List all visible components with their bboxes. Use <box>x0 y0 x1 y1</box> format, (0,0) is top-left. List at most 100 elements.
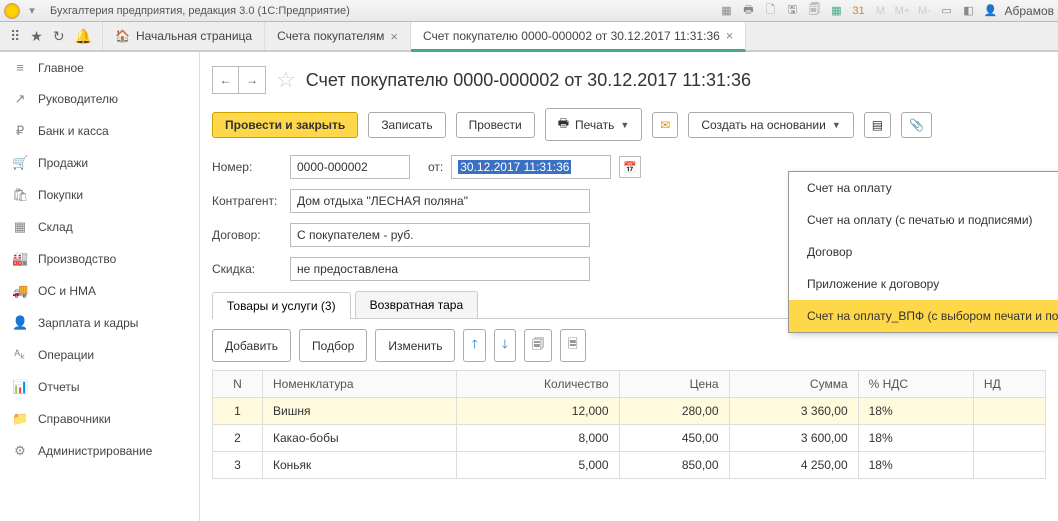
save-button[interactable]: Записать <box>368 112 445 138</box>
number-input[interactable]: 0000-000002 <box>290 155 410 179</box>
print-menu-item[interactable]: Счет на оплату (с печатью и подписями) <box>789 204 1058 236</box>
sidebar-item-bank[interactable]: ₽Банк и касса <box>0 115 199 147</box>
sidebar-item-main[interactable]: ≡Главное <box>0 52 199 83</box>
dropdown-icon[interactable]: ▾ <box>24 3 40 19</box>
menu-label: Счет на оплату (с печатью и подписями) <box>807 213 1033 227</box>
truck-icon: 🚚 <box>12 283 28 299</box>
from-label: от: <box>428 160 443 174</box>
calc-icon[interactable]: ▦ <box>828 3 844 19</box>
m-minus-icon[interactable]: M- <box>916 3 932 19</box>
value: 30.12.2017 11:31:36 <box>458 160 571 174</box>
create-based-button[interactable]: Создать на основании▼ <box>688 112 853 138</box>
col-nom[interactable]: Номенклатура <box>263 371 457 398</box>
copy-icon[interactable]: 🗐 <box>806 3 822 19</box>
tb-panel-icon[interactable]: ◧ <box>960 3 976 19</box>
star-icon[interactable]: ★ <box>30 28 43 45</box>
cell: 1 <box>213 398 263 425</box>
cell: 18% <box>858 425 973 452</box>
tb-icon-1[interactable]: ▦ <box>718 3 734 19</box>
apps-icon[interactable]: ⠿ <box>10 28 20 45</box>
discount-label: Скидка: <box>212 262 282 276</box>
sidebar-item-operations[interactable]: ᴬₖ Операции <box>0 339 199 371</box>
cell: 8,000 <box>456 425 619 452</box>
sidebar-label: Операции <box>38 348 94 362</box>
back-button[interactable]: ← <box>213 67 239 93</box>
btn-label: Провести <box>469 118 522 132</box>
sidebar-item-purchases[interactable]: 🛍Покупки <box>0 179 199 211</box>
tab-home[interactable]: 🏠 Начальная страница <box>103 22 265 50</box>
tb-box-icon[interactable]: ▭ <box>938 3 954 19</box>
ops-icon: ᴬₖ <box>12 347 28 363</box>
calendar-button[interactable]: 📅 <box>619 156 641 178</box>
date-input[interactable]: 30.12.2017 11:31:36 <box>451 155 611 179</box>
sidebar-item-warehouse[interactable]: ▦Склад <box>0 211 199 243</box>
paste-row-button[interactable]: 🗏 <box>560 329 586 362</box>
bell-icon[interactable]: 🔔 <box>75 28 92 45</box>
print-menu-item[interactable]: Приложение к договору <box>789 268 1058 300</box>
table-row[interactable]: 2 Какао-бобы 8,000 450,00 3 600,00 18% <box>213 425 1046 452</box>
user-name[interactable]: Абрамов <box>1004 4 1054 18</box>
col-qty[interactable]: Количество <box>456 371 619 398</box>
col-n[interactable]: N <box>213 371 263 398</box>
favorite-icon[interactable]: ☆ <box>276 67 296 93</box>
tab-returnable[interactable]: Возвратная тара <box>355 291 479 318</box>
table-row[interactable]: 3 Коньяк 5,000 850,00 4 250,00 18% <box>213 452 1046 479</box>
mail-button[interactable]: ✉ <box>652 112 678 138</box>
m-icon[interactable]: M <box>872 3 888 19</box>
change-button[interactable]: Изменить <box>375 329 455 362</box>
print-menu-item-highlighted[interactable]: Счет на оплату_ВПФ (с выбором печати и п… <box>789 300 1058 332</box>
user-icon[interactable]: 👤 <box>982 3 998 19</box>
btn-label: Провести и закрыть <box>225 118 345 132</box>
factory-icon: 🏭 <box>12 251 28 267</box>
print-menu-item[interactable]: Счет на оплату <box>789 172 1058 204</box>
sidebar-item-production[interactable]: 🏭Производство <box>0 243 199 275</box>
discount-input[interactable]: не предоставлена <box>290 257 590 281</box>
close-icon[interactable]: × <box>726 28 734 43</box>
tab-invoice-doc[interactable]: Счет покупателю 0000-000002 от 30.12.201… <box>411 22 746 52</box>
move-down-button[interactable]: 🡓 <box>494 329 516 362</box>
col-sum[interactable]: Сумма <box>729 371 858 398</box>
post-and-close-button[interactable]: Провести и закрыть <box>212 112 358 138</box>
save-icon[interactable]: 🖫 <box>784 3 800 19</box>
print-menu-item[interactable]: Договор <box>789 236 1058 268</box>
contragent-input[interactable]: Дом отдыха "ЛЕСНАЯ поляна" <box>290 189 590 213</box>
print-button[interactable]: 🖶Печать▼ <box>545 108 643 141</box>
doc-icon[interactable]: 🗋 <box>762 3 778 19</box>
value: не предоставлена <box>297 262 398 276</box>
sidebar-item-salary[interactable]: 👤Зарплата и кадры <box>0 307 199 339</box>
tab-invoices[interactable]: Счета покупателям × <box>265 22 411 50</box>
sidebar-item-admin[interactable]: ⚙Администрирование <box>0 435 199 467</box>
sidebar-item-assets[interactable]: 🚚ОС и НМА <box>0 275 199 307</box>
m-plus-icon[interactable]: M+ <box>894 3 910 19</box>
table-row[interactable]: 1 Вишня 12,000 280,00 3 360,00 18% <box>213 398 1046 425</box>
add-button[interactable]: Добавить <box>212 329 291 362</box>
sidebar-item-reports[interactable]: 📊Отчеты <box>0 371 199 403</box>
value: Дом отдыха "ЛЕСНАЯ поляна" <box>297 194 468 208</box>
close-icon[interactable]: × <box>390 29 398 44</box>
main-content: ← → ☆ Счет покупателю 0000-000002 от 30.… <box>200 52 1058 521</box>
sidebar-item-dirs[interactable]: 📁Справочники <box>0 403 199 435</box>
person-icon: 👤 <box>12 315 28 331</box>
pick-button[interactable]: Подбор <box>299 329 367 362</box>
post-button[interactable]: Провести <box>456 112 535 138</box>
col-nd[interactable]: НД <box>973 371 1045 398</box>
print-icon[interactable]: 🖶 <box>740 3 756 19</box>
col-price[interactable]: Цена <box>619 371 729 398</box>
forward-button[interactable]: → <box>239 67 265 93</box>
contract-input[interactable]: С покупателем - руб. <box>290 223 590 247</box>
cell <box>973 452 1045 479</box>
history-icon[interactable]: ↻ <box>53 28 65 45</box>
tab-invoice-doc-label: Счет покупателю 0000-000002 от 30.12.201… <box>423 29 720 43</box>
sidebar-item-manager[interactable]: ↗Руководителю <box>0 83 199 115</box>
col-vat[interactable]: % НДС <box>858 371 973 398</box>
tab-goods[interactable]: Товары и услуги (3) <box>212 292 351 319</box>
btn-label: Печать <box>575 118 614 132</box>
copy-row-button[interactable]: 🗐 <box>524 329 552 362</box>
ruble-icon: ₽ <box>12 123 28 139</box>
cell: 850,00 <box>619 452 729 479</box>
move-up-button[interactable]: 🡑 <box>463 329 485 362</box>
attach-button[interactable]: 📎 <box>901 112 932 138</box>
structure-button[interactable]: ▤ <box>864 112 891 138</box>
calendar-icon[interactable]: 31 <box>850 3 866 19</box>
sidebar-item-sales[interactable]: 🛒Продажи <box>0 147 199 179</box>
